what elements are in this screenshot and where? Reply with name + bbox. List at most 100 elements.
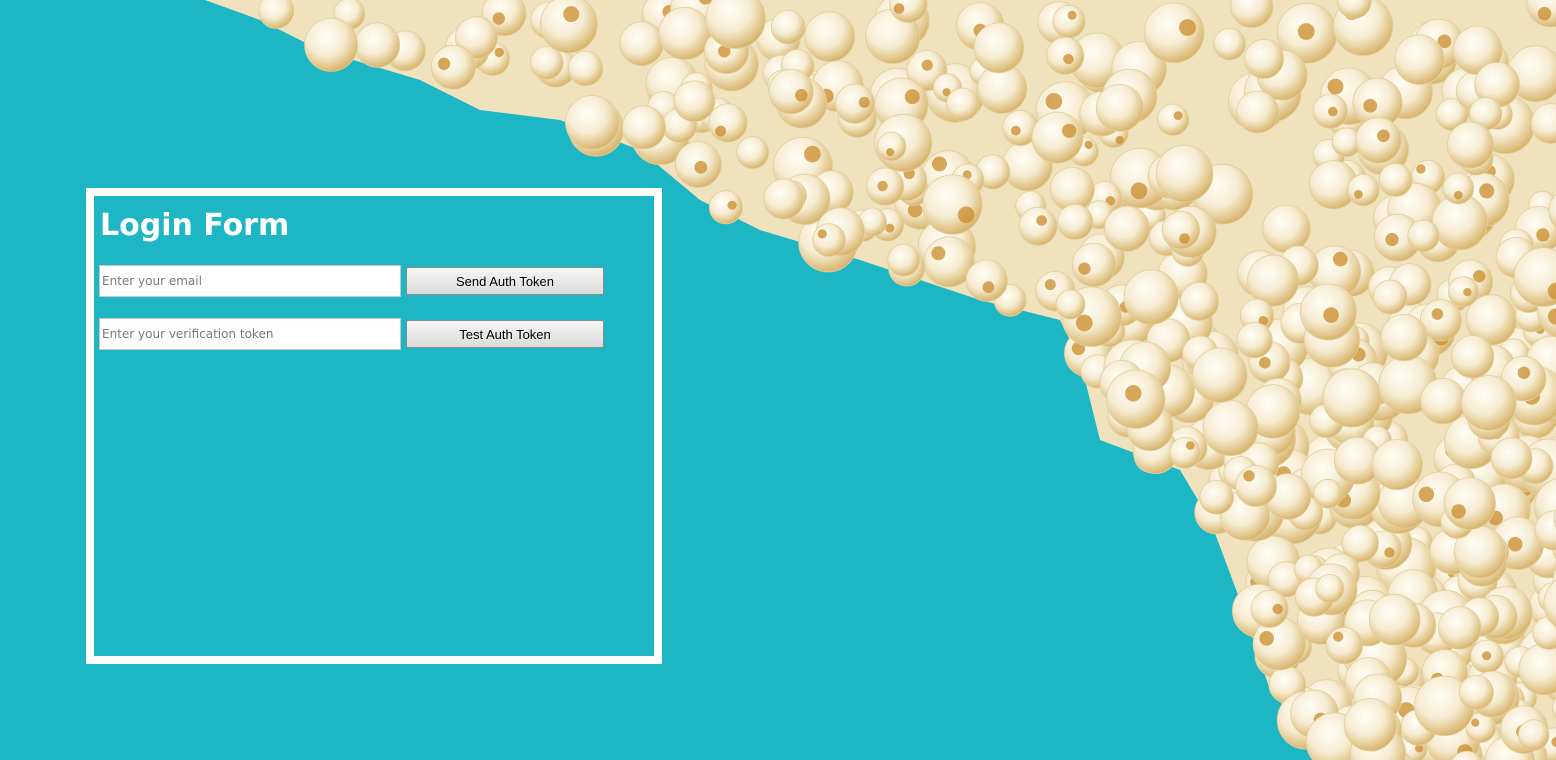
popcorn-hull xyxy=(1125,385,1142,402)
popcorn-kernel xyxy=(354,22,401,68)
popcorn-hull xyxy=(1418,486,1435,502)
popcorn-hull xyxy=(1297,23,1315,40)
popcorn-kernel xyxy=(1517,719,1550,751)
popcorn-hull xyxy=(893,3,905,14)
popcorn-kernel xyxy=(922,174,983,235)
popcorn-hull xyxy=(1179,233,1190,244)
popcorn-kernel xyxy=(1407,219,1440,252)
popcorn-hull xyxy=(1130,182,1148,200)
popcorn-kernel xyxy=(1104,205,1150,252)
popcorn-kernel xyxy=(1443,477,1496,530)
popcorn-hull xyxy=(1517,366,1531,379)
popcorn-hull xyxy=(1473,270,1486,283)
popcorn-kernel xyxy=(1157,103,1190,136)
popcorn-hull xyxy=(1243,470,1255,482)
popcorn-hull xyxy=(1259,631,1274,646)
popcorn-hull xyxy=(1115,135,1124,145)
popcorn-kernel xyxy=(1180,281,1220,321)
popcorn-kernel xyxy=(1192,347,1248,403)
email-row: Send Auth Token xyxy=(99,265,604,297)
popcorn-kernel xyxy=(1420,378,1467,425)
popcorn-hull xyxy=(1328,106,1338,117)
popcorn-kernel xyxy=(1371,439,1423,491)
popcorn-hull xyxy=(1036,215,1047,226)
popcorn-kernel xyxy=(1235,465,1277,507)
popcorn-kernel xyxy=(430,44,476,90)
popcorn-kernel xyxy=(1315,574,1345,604)
popcorn-hull xyxy=(1384,547,1395,558)
popcorn-hull xyxy=(932,156,947,172)
popcorn-hull xyxy=(921,59,933,71)
popcorn-hull xyxy=(817,229,827,239)
popcorn-kernel xyxy=(763,178,805,220)
popcorn-kernel xyxy=(1437,606,1482,650)
popcorn-hull xyxy=(1354,190,1363,199)
popcorn-hull xyxy=(1078,262,1091,275)
login-form: Login Form Send Auth Token Test Auth Tok… xyxy=(86,188,662,664)
popcorn-kernel xyxy=(1355,117,1402,164)
popcorn-hull xyxy=(1537,6,1552,21)
popcorn-hull xyxy=(1451,504,1466,519)
popcorn-hull xyxy=(1377,129,1390,143)
popcorn-hull xyxy=(1416,164,1426,174)
popcorn-kernel xyxy=(621,105,666,150)
popcorn-hull xyxy=(1385,232,1399,247)
popcorn-hull xyxy=(931,246,946,261)
popcorn-kernel xyxy=(1378,162,1413,197)
popcorn-kernel xyxy=(1143,2,1205,64)
popcorn-kernel xyxy=(567,50,604,87)
email-input[interactable] xyxy=(99,265,401,297)
popcorn-hull xyxy=(715,125,727,137)
popcorn-kernel xyxy=(973,22,1025,74)
popcorn-kernel xyxy=(768,68,814,115)
popcorn-hull xyxy=(563,6,580,23)
popcorn-hull xyxy=(1063,53,1074,65)
popcorn-kernel xyxy=(1262,204,1311,253)
popcorn-hull xyxy=(904,89,920,105)
popcorn-hull xyxy=(1272,603,1283,615)
popcorn-kernel xyxy=(1236,90,1279,134)
popcorn-kernel xyxy=(1052,4,1086,39)
popcorn-hull xyxy=(1471,718,1480,727)
verification-token-input[interactable] xyxy=(99,318,401,350)
popcorn-hull xyxy=(1186,441,1195,450)
popcorn-hull xyxy=(694,161,708,174)
popcorn-kernel xyxy=(1347,174,1380,207)
login-form-title: Login Form xyxy=(100,208,290,243)
popcorn-kernel xyxy=(1368,593,1421,646)
popcorn-kernel xyxy=(1057,203,1094,240)
popcorn-hull xyxy=(1044,279,1056,291)
popcorn-kernel xyxy=(1380,313,1428,362)
popcorn-hull xyxy=(795,89,808,102)
test-auth-token-button[interactable]: Test Auth Token xyxy=(406,320,604,348)
popcorn-hull xyxy=(1067,10,1077,20)
popcorn-kernel xyxy=(945,87,980,121)
popcorn-kernel xyxy=(1236,322,1273,359)
popcorn-kernel xyxy=(1169,436,1201,469)
popcorn-hull xyxy=(1084,140,1093,149)
popcorn-kernel xyxy=(1018,206,1058,246)
popcorn-hull xyxy=(1454,190,1463,200)
popcorn-hull xyxy=(1173,111,1183,120)
popcorn-kernel xyxy=(770,9,806,45)
popcorn-kernel xyxy=(1490,437,1533,480)
popcorn-kernel xyxy=(1031,111,1084,164)
popcorn-kernel xyxy=(619,21,664,67)
popcorn-hull xyxy=(1482,651,1492,661)
popcorn-hull xyxy=(957,206,975,224)
popcorn-hull xyxy=(1479,183,1495,199)
popcorn-kernel xyxy=(673,80,716,122)
popcorn-kernel xyxy=(1213,27,1246,61)
send-auth-token-button[interactable]: Send Auth Token xyxy=(406,267,604,295)
popcorn-kernel xyxy=(1461,375,1517,431)
popcorn-hull xyxy=(1327,78,1344,95)
popcorn-kernel xyxy=(304,18,359,72)
popcorn-hull xyxy=(1179,19,1196,36)
popcorn-kernel xyxy=(1123,269,1179,325)
popcorn-kernel xyxy=(658,6,712,60)
popcorn-kernel xyxy=(804,11,855,63)
popcorn-hull xyxy=(1010,125,1021,136)
popcorn-hull xyxy=(437,57,451,70)
popcorn-hull xyxy=(1045,93,1063,110)
popcorn-hull xyxy=(1076,314,1093,332)
